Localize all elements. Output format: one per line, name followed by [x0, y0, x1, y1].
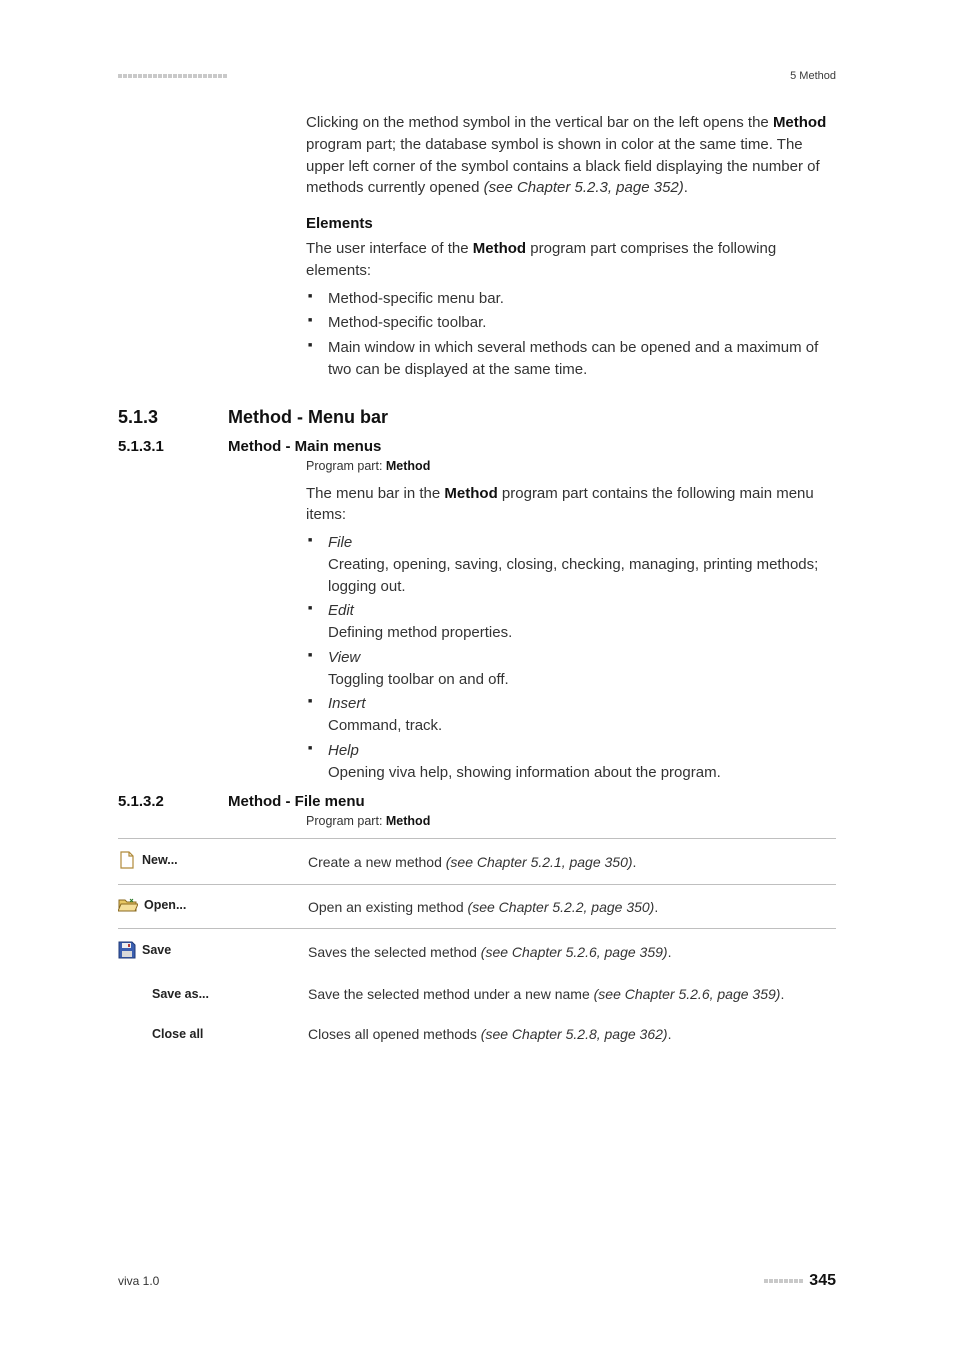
menu-desc: Saves the selected method [308, 944, 481, 960]
menu-ref: (see Chapter 5.2.6, page 359) [481, 944, 668, 960]
menu-label: Open... [144, 898, 186, 912]
text: Clicking on the method symbol in the ver… [306, 114, 773, 131]
menu-label: Close all [118, 1027, 203, 1041]
program-part: Program part: Method [306, 459, 836, 473]
menu-desc: Closes all opened methods [308, 1026, 481, 1042]
menu-name: File [328, 534, 352, 551]
list-item: View Toggling toolbar on and off. [328, 647, 836, 691]
menu-desc: Defining method properties. [328, 622, 836, 644]
menu-label: Save [142, 943, 171, 957]
program-part-value: Method [386, 459, 430, 473]
main-menus-list: File Creating, opening, saving, closing,… [306, 532, 836, 783]
text-bold: Method [444, 485, 497, 502]
list-item: Edit Defining method properties. [328, 600, 836, 644]
program-part-label: Program part: [306, 814, 386, 828]
menu-desc: Command, track. [328, 715, 836, 737]
elements-list: Method-specific menu bar. Method-specifi… [306, 288, 836, 381]
heading-title: Method - Main menus [228, 438, 381, 455]
menu-desc: Toggling toolbar on and off. [328, 669, 836, 691]
heading-number: 5.1.3.1 [118, 438, 228, 455]
list-item: Insert Command, track. [328, 693, 836, 737]
text: . [684, 179, 688, 196]
menu-ref: (see Chapter 5.2.8, page 362) [481, 1026, 668, 1042]
menu-desc: Save the selected method under a new nam… [308, 986, 594, 1002]
menu-name: Edit [328, 602, 354, 619]
menu-name: Insert [328, 695, 366, 712]
file-menu-table: New... Create a new method (see Chapter … [118, 838, 836, 1054]
program-part-label: Program part: [306, 459, 386, 473]
list-item: Method-specific menu bar. [328, 288, 836, 310]
menu-label: Save as... [118, 987, 209, 1001]
header-chapter: 5 Method [790, 70, 836, 82]
menu-desc: Create a new method [308, 854, 446, 870]
page-footer: viva 1.0 345 [118, 1272, 836, 1290]
page-number: 345 [809, 1272, 836, 1290]
program-part: Program part: Method [306, 814, 836, 828]
menu-desc: Creating, opening, saving, closing, chec… [328, 554, 836, 598]
table-row: Open... Open an existing method (see Cha… [118, 885, 836, 929]
text: . [668, 944, 672, 960]
footer-left: viva 1.0 [118, 1274, 159, 1288]
new-file-icon [118, 851, 136, 869]
heading-5-1-3: 5.1.3 Method - Menu bar [118, 407, 836, 428]
footer-decoration [764, 1279, 803, 1283]
list-item: Help Opening viva help, showing informat… [328, 740, 836, 784]
heading-number: 5.1.3 [118, 407, 228, 428]
text-bold: Method [773, 114, 826, 131]
intro-paragraph: Clicking on the method symbol in the ver… [306, 112, 836, 381]
table-row: Save Saves the selected method (see Chap… [118, 929, 836, 975]
menu-ref: (see Chapter 5.2.6, page 359) [594, 986, 781, 1002]
list-item: Main window in which several methods can… [328, 337, 836, 381]
footer-right: 345 [764, 1272, 836, 1290]
menu-desc: Open an existing method [308, 899, 468, 915]
menu-name: Help [328, 742, 359, 759]
menu-ref: (see Chapter 5.2.1, page 350) [446, 854, 633, 870]
menu-ref: (see Chapter 5.2.2, page 350) [468, 899, 655, 915]
menu-item: New... [118, 851, 178, 869]
list-item: Method-specific toolbar. [328, 312, 836, 334]
text: . [654, 899, 658, 915]
save-disk-icon [118, 941, 136, 959]
page-header: 5 Method [118, 70, 836, 82]
header-decoration [118, 74, 227, 78]
heading-number: 5.1.3.2 [118, 793, 228, 810]
menu-label: New... [142, 853, 178, 867]
menu-item: Save [118, 941, 171, 959]
page: 5 Method Clicking on the method symbol i… [0, 0, 954, 1350]
text: . [668, 1026, 672, 1042]
heading-5-1-3-2: 5.1.3.2 Method - File menu [118, 793, 836, 810]
text: The user interface of the [306, 240, 473, 257]
elements-heading: Elements [306, 215, 836, 232]
menu-desc: Opening viva help, showing information a… [328, 762, 836, 784]
program-part-value: Method [386, 814, 430, 828]
text: . [633, 854, 637, 870]
heading-5-1-3-1: 5.1.3.1 Method - Main menus [118, 438, 836, 455]
table-row: Save as... Save the selected method unde… [118, 974, 836, 1014]
text: . [780, 986, 784, 1002]
list-item: File Creating, opening, saving, closing,… [328, 532, 836, 597]
heading-title: Method - File menu [228, 793, 365, 810]
heading-title: Method - Menu bar [228, 407, 388, 428]
open-folder-icon [118, 897, 138, 913]
menu-item: Open... [118, 897, 186, 913]
table-row: Close all Closes all opened methods (see… [118, 1014, 836, 1054]
table-row: New... Create a new method (see Chapter … [118, 839, 836, 885]
text-italic: (see Chapter 5.2.3, page 352) [484, 179, 684, 196]
main-menus-block: The menu bar in the Method program part … [306, 483, 836, 784]
text: The menu bar in the [306, 485, 444, 502]
text-bold: Method [473, 240, 526, 257]
menu-name: View [328, 649, 360, 666]
